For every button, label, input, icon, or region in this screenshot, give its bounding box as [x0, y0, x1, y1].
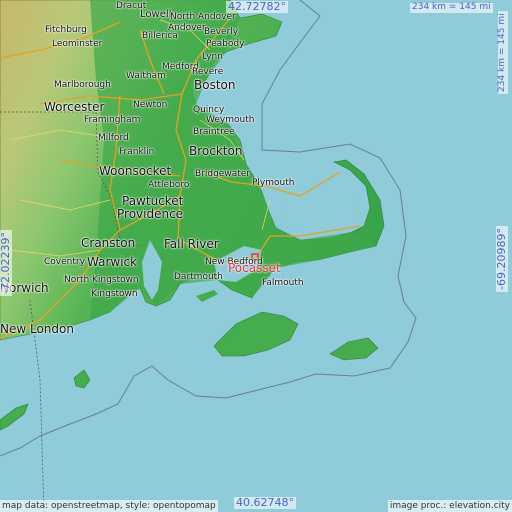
city-label-pawtucket: Pawtucket	[122, 194, 184, 208]
credit-image-processing: image proc.: elevation.city	[387, 500, 512, 512]
highlight-city-label[interactable]: Pocasset	[228, 262, 281, 274]
city-label-falmouth: Falmouth	[262, 278, 304, 288]
city-label-marlborough: Marlborough	[54, 80, 111, 90]
city-label-waltham: Waltham	[126, 71, 166, 81]
city-label-attleboro: Attleboro	[148, 180, 190, 190]
city-label-beverly: Beverly	[204, 27, 239, 37]
city-label-billerica: Billerica	[142, 31, 178, 41]
city-label-quincy: Quincy	[193, 105, 225, 115]
city-label-woonsocket: Woonsocket	[99, 164, 172, 178]
credit-map-data: map data: openstreetmap, style: opentopo…	[0, 500, 218, 512]
scale-horizontal: 234 km = 145 mi	[410, 2, 493, 13]
city-label-providence: Providence	[117, 207, 184, 221]
city-label-framingham: Framingham	[84, 115, 141, 125]
city-label-weymouth: Weymouth	[206, 115, 255, 125]
city-label-bridgewater: Bridgewater	[195, 169, 250, 179]
city-label-coventry: Coventry	[44, 257, 85, 267]
city-label-peabody: Peabody	[206, 39, 245, 49]
city-label-fitchburg: Fitchburg	[45, 25, 87, 35]
city-label-cranston: Cranston	[81, 236, 136, 250]
city-label-lynn: Lynn	[202, 52, 223, 62]
city-label-lowell: Lowell	[140, 9, 172, 20]
city-label-fall-river: Fall River	[164, 237, 219, 251]
city-label-warwick: Warwick	[87, 255, 138, 269]
city-label-brockton: Brockton	[189, 144, 243, 158]
map-container[interactable]: Dracut Lowell North Andover Fitchburg An…	[0, 0, 512, 512]
city-label-newton: Newton	[133, 100, 168, 110]
coord-left: -72.02239°	[0, 230, 13, 296]
coord-bottom: 40.62748°	[234, 496, 296, 510]
scale-vertical: 234 km = 145 mi	[497, 11, 508, 94]
city-label-dartmouth: Dartmouth	[174, 272, 223, 282]
city-label-worcester: Worcester	[44, 100, 105, 114]
city-label-franklin: Franklin	[119, 147, 155, 157]
city-label-kingstown: Kingstown	[91, 289, 138, 299]
city-label-north-kingstown: North Kingstown	[64, 275, 139, 285]
city-label-new-london: New London	[0, 322, 74, 336]
city-label-leominster: Leominster	[52, 39, 103, 49]
city-label-plymouth: Plymouth	[252, 178, 295, 188]
city-label-revere: Revere	[192, 67, 224, 77]
coord-top: 42.72782°	[226, 0, 288, 14]
city-label-milford: Milford	[98, 133, 129, 143]
city-label-boston: Boston	[194, 78, 236, 92]
coord-right: -69.20989°	[495, 226, 509, 292]
city-label-braintree: Braintree	[193, 127, 235, 137]
topographic-map	[0, 0, 512, 512]
city-label-north-andover: North Andover	[170, 12, 236, 22]
